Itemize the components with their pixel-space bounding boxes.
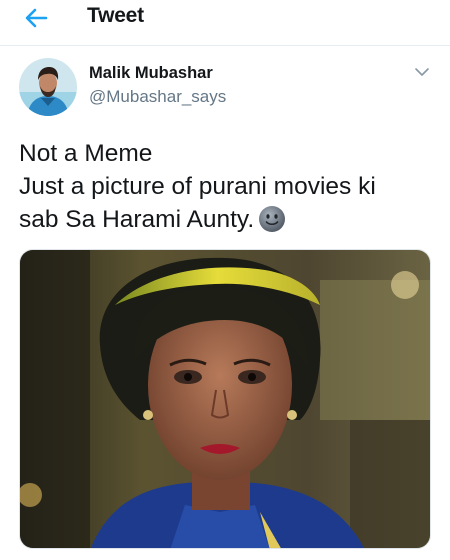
page-title: Tweet [87,4,144,27]
author-name[interactable]: Malik Mubashar [89,64,213,83]
author-handle[interactable]: @Mubashar_says [89,87,226,107]
chevron-down-icon[interactable] [414,66,430,78]
arrow-left-icon[interactable] [20,6,52,30]
tweet-line: Just a picture of purani movies ki [19,173,376,200]
tweet-line: sab Sa Harami Aunty. [19,203,439,236]
avatar[interactable] [19,58,77,116]
slightly-smiling-face-icon [259,206,286,232]
tweet-text: Not a Meme Just a picture of purani movi… [19,137,439,236]
tweet-line: Not a Meme [19,140,153,167]
top-bar: Tweet [0,0,450,46]
tweet-photo[interactable] [19,249,431,549]
